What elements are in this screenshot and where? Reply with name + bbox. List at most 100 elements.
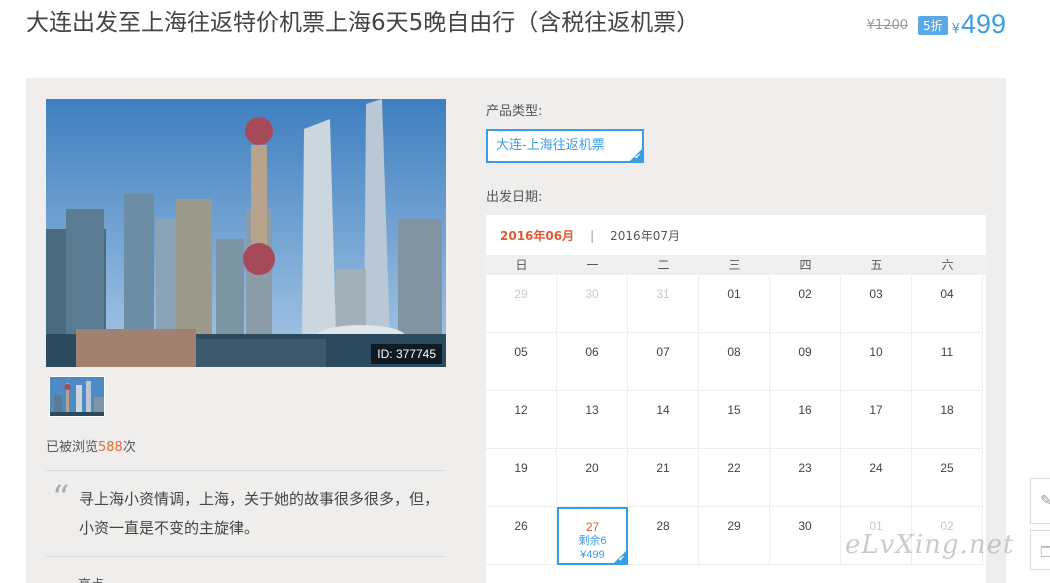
day-number: 09 [798, 345, 812, 359]
day-number: 20 [585, 461, 599, 475]
calendar-week-row: 05 06 07 08 09 10 11 [486, 333, 986, 391]
calendar-day[interactable]: 02 [770, 275, 841, 333]
tab-month-current[interactable]: 2016年06月 [500, 227, 574, 244]
day-number: 29 [514, 287, 528, 301]
calendar-day[interactable]: 24 [841, 449, 912, 507]
views-number: 588 [98, 440, 123, 455]
calendar-day[interactable]: 01 [699, 275, 770, 333]
photo-id-label: ID: 377745 [371, 344, 442, 364]
calendar-day[interactable]: 07 [628, 333, 699, 391]
original-price: ¥1200 [866, 18, 909, 33]
day-number: 19 [514, 461, 528, 475]
weekday-label: 六 [941, 258, 954, 272]
calendar-day[interactable]: 09 [770, 333, 841, 391]
calendar-day[interactable]: 30 [770, 507, 841, 565]
day-number: 17 [869, 403, 883, 417]
day-number: 06 [585, 345, 599, 359]
day-number: 24 [869, 461, 883, 475]
highlights-heading: 亮点 [78, 574, 104, 583]
calendar-day[interactable]: 23 [770, 449, 841, 507]
check-icon: ✔ [634, 152, 641, 161]
day-number: 08 [727, 345, 741, 359]
calendar-day[interactable]: 26 [486, 507, 557, 565]
month-separator: | [590, 228, 595, 243]
day-number: 25 [940, 461, 954, 475]
shanghai-skyline-image [46, 99, 446, 367]
product-type-label: 产品类型: [486, 104, 543, 119]
photo-thumbnail[interactable] [49, 376, 105, 417]
product-panel: ID: 377745 已被浏览588次 “ 寻上海小资情调，上海，关于她的故事很… [26, 78, 1006, 583]
side-tool-button[interactable]: ✎ [1030, 478, 1050, 524]
calendar-day[interactable]: 03 [841, 275, 912, 333]
calendar-day-selected[interactable]: 27 剩余6 ¥499 ✔ [557, 507, 628, 565]
calendar-day[interactable]: 08 [699, 333, 770, 391]
calendar-day[interactable]: 12 [486, 391, 557, 449]
day-number: 05 [514, 345, 528, 359]
departure-date-label: 出发日期: [486, 190, 543, 205]
calendar-week-row: 19 20 21 22 23 24 25 [486, 449, 986, 507]
calendar-day[interactable]: 13 [557, 391, 628, 449]
divider [46, 556, 446, 557]
day-number: 01 [727, 287, 741, 301]
day-number: 11 [940, 345, 954, 359]
day-number: 03 [869, 287, 883, 301]
calendar-day[interactable]: 15 [699, 391, 770, 449]
calendar-day[interactable]: 16 [770, 391, 841, 449]
weekday-header: 日一二三四五六 [486, 255, 986, 275]
date-calendar: 2016年06月 | 2016年07月 日 一 二 三 四 五 六 29 30 31 01 02 03… [486, 215, 986, 583]
quote-text: 寻上海小资情调，上海，关于她的故事很多很多，但，小资一直是不变的主旋律。 [79, 490, 440, 537]
calendar-day[interactable]: 22 [699, 449, 770, 507]
calendar-day: 29 [486, 275, 557, 333]
calendar-day: 30 [557, 275, 628, 333]
calendar-week-row: 12 13 14 15 16 17 18 [486, 391, 986, 449]
day-number: 28 [656, 519, 670, 533]
day-number: 07 [656, 345, 670, 359]
calendar-day[interactable]: 25 [912, 449, 983, 507]
day-number: 04 [940, 287, 954, 301]
side-tool-button-2[interactable]: ❐ [1030, 530, 1050, 570]
currency-symbol: ¥ [951, 22, 960, 37]
calendar-day[interactable]: 20 [557, 449, 628, 507]
watermark: eLvXing.net [845, 530, 1015, 560]
day-number: 10 [869, 345, 883, 359]
views-suffix: 次 [122, 440, 136, 455]
view-count: 已被浏览588次 [46, 436, 136, 455]
weekday-label: 三 [728, 258, 741, 272]
calendar-day[interactable]: 10 [841, 333, 912, 391]
calendar-day[interactable]: 19 [486, 449, 557, 507]
edit-icon: ✎ [1040, 493, 1050, 509]
calendar-day[interactable]: 21 [628, 449, 699, 507]
month-tabs: 2016年06月 | 2016年07月 [500, 227, 680, 244]
day-number: 18 [940, 403, 954, 417]
calendar-day[interactable]: 28 [628, 507, 699, 565]
day-number: 30 [585, 287, 599, 301]
day-number: 12 [514, 403, 528, 417]
calendar-day[interactable]: 18 [912, 391, 983, 449]
calendar-day[interactable]: 17 [841, 391, 912, 449]
tab-month-next[interactable]: 2016年07月 [610, 227, 680, 244]
weekday-label: 二 [657, 258, 670, 272]
main-photo: ID: 377745 [46, 99, 446, 367]
discount-badge: 5折 [918, 16, 948, 35]
day-number: 15 [727, 403, 741, 417]
price-box: ¥1200 5折 ¥ 499 [867, 9, 1006, 40]
calendar-day[interactable]: 05 [486, 333, 557, 391]
day-number: 14 [656, 403, 670, 417]
calendar-day[interactable]: 06 [557, 333, 628, 391]
remaining-seats: 剩余6 [578, 535, 607, 547]
weekday-label: 日 [515, 258, 528, 272]
day-number: 27 [585, 520, 600, 534]
calendar-day[interactable]: 29 [699, 507, 770, 565]
calendar-day[interactable]: 11 [912, 333, 983, 391]
day-number: 23 [798, 461, 812, 475]
calendar-day[interactable]: 14 [628, 391, 699, 449]
weekday-label: 五 [870, 258, 883, 272]
weekday-label: 四 [799, 258, 812, 272]
calendar-day[interactable]: 04 [912, 275, 983, 333]
product-type-option[interactable]: 大连-上海往返机票 ✔ [486, 129, 644, 163]
day-number: 21 [656, 461, 670, 475]
page-title: 大连出发至上海往返特价机票上海6天5晚自由行（含税往返机票） [26, 10, 700, 36]
day-number: 02 [798, 287, 812, 301]
day-number: 16 [798, 403, 812, 417]
day-number: 13 [585, 403, 599, 417]
